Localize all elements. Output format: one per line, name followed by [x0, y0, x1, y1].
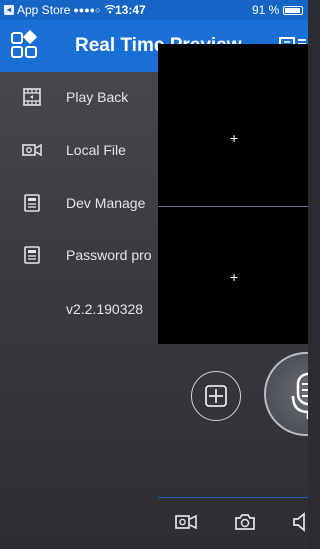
menu-item-local-file[interactable]: Local File [0, 130, 158, 170]
add-channel-icon[interactable]: + [230, 130, 238, 146]
menu-item-label: Play Back [66, 89, 129, 105]
add-channel-icon[interactable]: + [230, 269, 238, 285]
speaker-icon[interactable] [292, 511, 308, 533]
battery-icon [283, 5, 304, 15]
wifi-icon [104, 4, 116, 17]
video-pane-1[interactable]: + [158, 44, 308, 206]
menu-item-play-back[interactable]: Play Back [0, 77, 158, 117]
video-camera-icon [22, 140, 42, 160]
back-arrow-icon[interactable]: ◂ [4, 5, 14, 15]
menu-item-label: Password pro [66, 247, 152, 263]
signal-strength: ●●●●○ [73, 5, 101, 15]
status-time: 13:47 [115, 3, 146, 17]
menu-item-password[interactable]: Password pro [0, 235, 158, 275]
device-icon [22, 193, 42, 213]
snapshot-icon[interactable] [234, 511, 256, 533]
video-pane-2[interactable]: + [158, 206, 308, 344]
add-square-icon[interactable] [191, 371, 241, 421]
side-menu: Play Back Local File Dev Manage Password… [0, 72, 158, 549]
grid-menu-icon[interactable] [8, 29, 42, 63]
controls-divider [158, 497, 308, 498]
back-app-label[interactable]: App Store [17, 3, 70, 17]
menu-item-label: Dev Manage [66, 195, 146, 211]
screen: ◂ App Store ●●●●○ 13:47 91 % Real Time P… [0, 0, 308, 549]
status-bar: ◂ App Store ●●●●○ 13:47 91 % [0, 0, 308, 20]
record-icon[interactable] [175, 511, 197, 533]
menu-item-label: Local File [66, 142, 126, 158]
microphone-icon[interactable] [264, 352, 308, 436]
menu-item-dev-manage[interactable]: Dev Manage [0, 183, 158, 223]
battery-percent: 91 % [252, 3, 280, 17]
film-icon [22, 87, 42, 107]
status-left: ◂ App Store ●●●●○ [4, 3, 116, 17]
device-icon [22, 245, 42, 265]
status-right: 91 % [252, 3, 304, 17]
app-version: v2.2.190328 [66, 301, 144, 317]
